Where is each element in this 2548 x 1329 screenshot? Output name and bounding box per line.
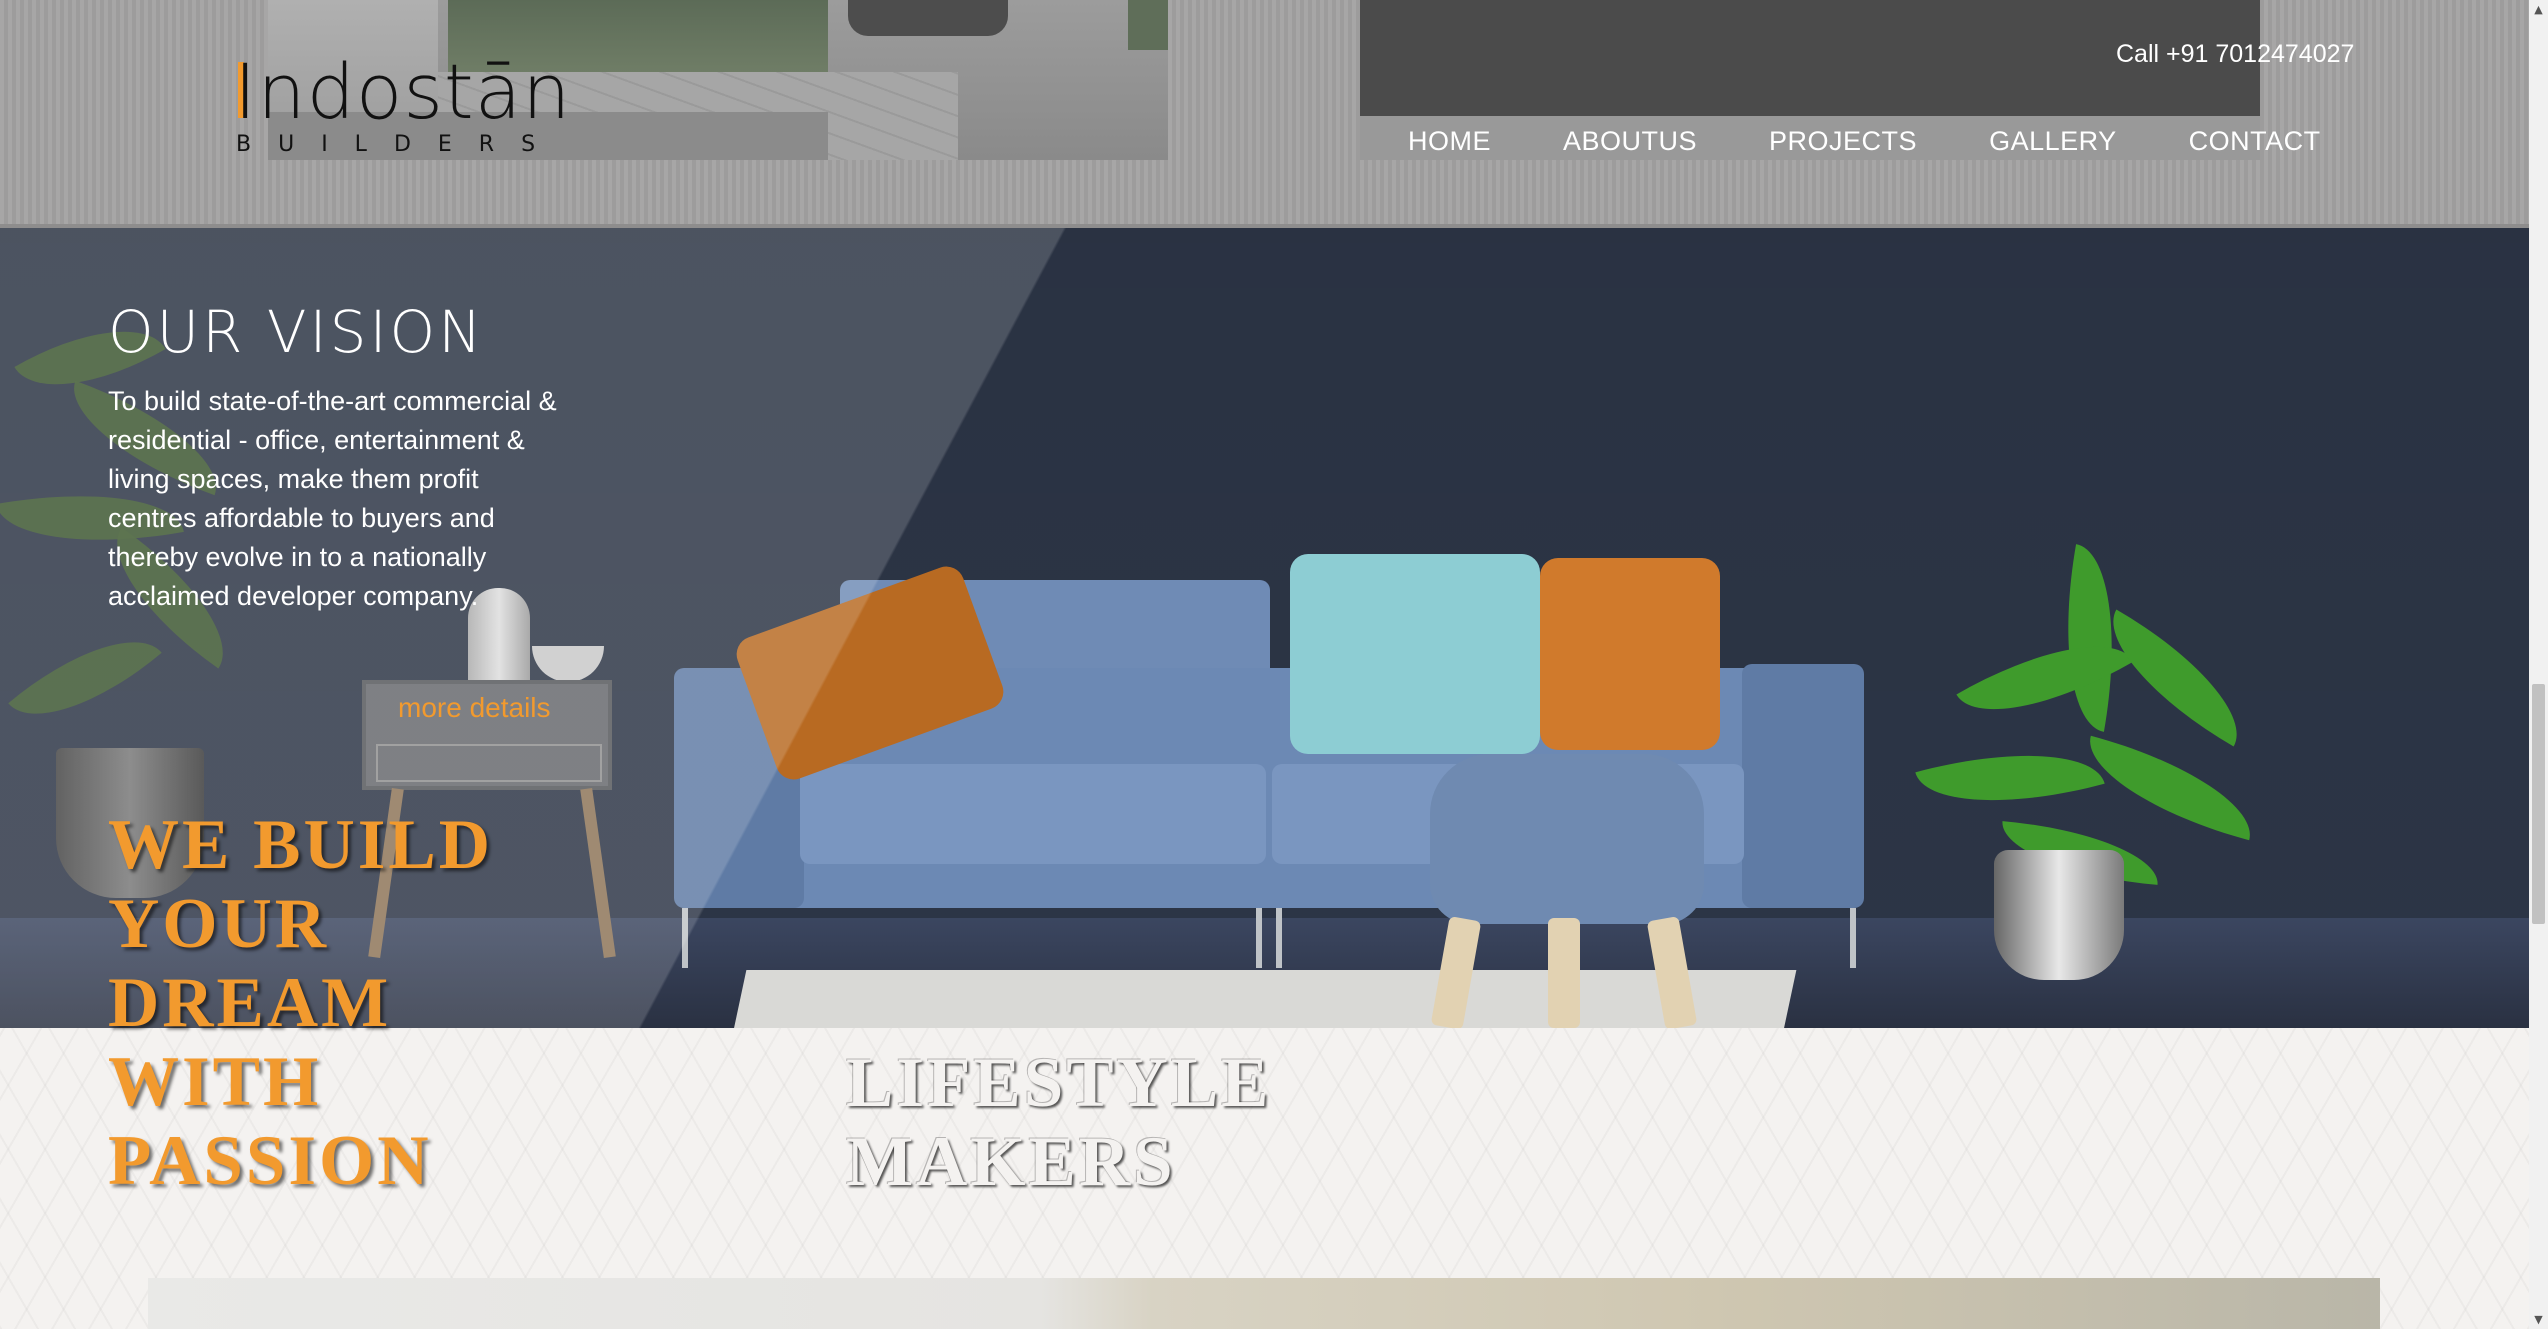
slogan-line: WITH — [108, 1043, 322, 1121]
phone-number[interactable]: Call +91 7012474027 — [2116, 40, 2354, 69]
bottom-banner-image — [148, 1278, 2380, 1329]
site-header: Indostān BUILDERS Call +91 7012474027 HO… — [0, 0, 2529, 228]
main-nav: HOME ABOUTUS PROJECTS GALLERY CONTACT — [1408, 126, 2393, 157]
lifestyle-line: LIFESTYLE — [846, 1044, 1272, 1122]
arrow-up-icon[interactable]: ▲ — [2529, 0, 2548, 19]
nav-aboutus[interactable]: ABOUTUS — [1563, 126, 1697, 157]
slogan-heading: WE BUILD YOUR DREAM WITH PASSION — [108, 806, 493, 1201]
slogan-line: YOUR — [108, 885, 330, 963]
logo-wordmark: Indostān — [234, 47, 572, 136]
slogan-line: PASSION — [108, 1122, 432, 1200]
lifestyle-heading: LIFESTYLE MAKERS — [846, 1044, 1272, 1202]
photo-hedge-right — [1128, 0, 1168, 50]
arrow-down-icon[interactable]: ▼ — [2529, 1310, 2548, 1329]
slogan-line: WE BUILD — [108, 806, 493, 884]
slogan-line: DREAM — [108, 964, 392, 1042]
scrollbar-thumb[interactable] — [2532, 684, 2545, 924]
nav-home[interactable]: HOME — [1408, 126, 1491, 157]
vision-section: OUR VISION To build state-of-the-art com… — [108, 302, 568, 616]
more-details-link[interactable]: more details — [398, 692, 551, 724]
nav-projects[interactable]: PROJECTS — [1769, 126, 1917, 157]
logo-subtext: BUILDERS — [236, 132, 563, 157]
page-scrollbar[interactable] — [2529, 0, 2548, 1329]
nav-gallery[interactable]: GALLERY — [1989, 126, 2117, 157]
site-logo[interactable]: Indostān BUILDERS — [234, 52, 570, 162]
vision-text: To build state-of-the-art commercial & r… — [108, 386, 557, 611]
lifestyle-line: MAKERS — [846, 1123, 1176, 1201]
nav-contact[interactable]: CONTACT — [2189, 126, 2321, 157]
photo-car — [848, 0, 1008, 36]
vision-title: OUR VISION — [108, 298, 485, 366]
